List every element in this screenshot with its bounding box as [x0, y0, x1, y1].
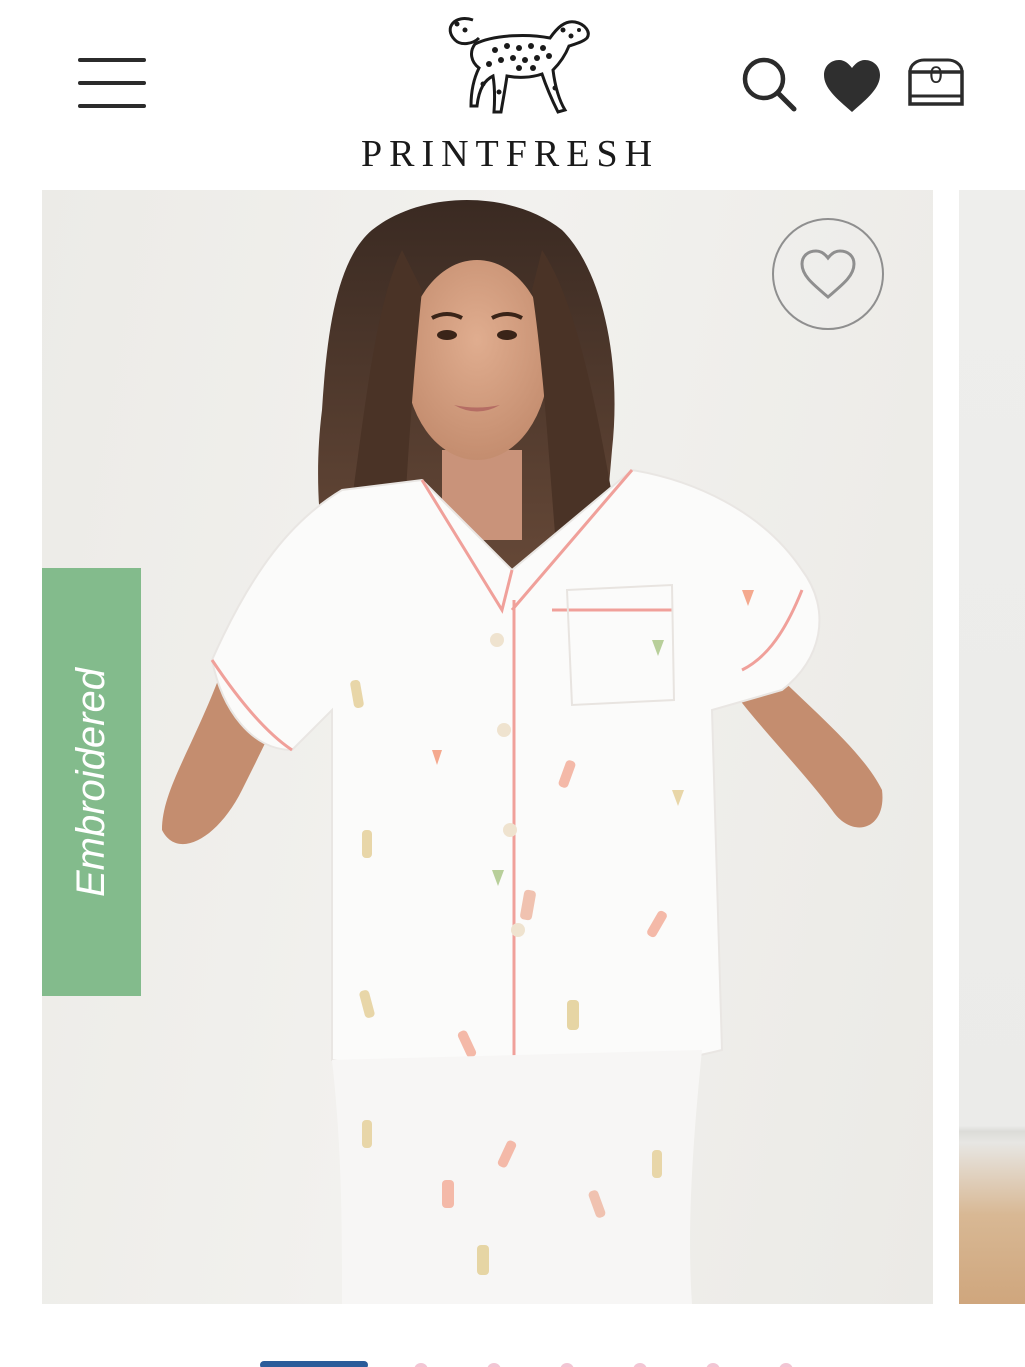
pagination-dot[interactable] [633, 1363, 647, 1367]
product-photo [162, 200, 883, 1304]
add-to-wishlist-button[interactable] [772, 218, 884, 330]
pagination-dot[interactable] [560, 1363, 574, 1367]
next-product-image-peek[interactable] [959, 190, 1025, 1304]
heart-filled-icon [824, 60, 880, 112]
carousel-pagination [0, 1355, 1025, 1367]
hamburger-icon-line [78, 104, 146, 108]
search-icon [742, 57, 797, 112]
site-header: PRINTFRESH 0 [0, 0, 1025, 190]
product-image-carousel[interactable] [0, 190, 1025, 1305]
embroidered-badge: Embroidered [42, 568, 141, 996]
cart-button[interactable]: 0 [906, 56, 966, 108]
product-page: PRINTFRESH 0 Embroidered [0, 0, 1025, 1367]
cheetah-logo-icon [448, 17, 590, 114]
heart-outline-icon [800, 249, 856, 299]
pagination-dot[interactable] [487, 1363, 501, 1367]
brand-logo[interactable]: PRINTFRESH [330, 0, 690, 175]
hamburger-icon-line [78, 58, 146, 62]
product-image[interactable] [42, 190, 933, 1304]
search-button[interactable] [740, 55, 798, 113]
favorites-button[interactable] [822, 58, 882, 114]
cart-count: 0 [929, 62, 943, 89]
pagination-dot[interactable] [414, 1363, 428, 1367]
menu-button[interactable] [78, 56, 146, 110]
pagination-dot-active[interactable] [260, 1361, 368, 1367]
pagination-dot[interactable] [779, 1363, 793, 1367]
hamburger-icon-line [78, 81, 146, 85]
badge-label: Embroidered [69, 667, 114, 897]
pagination-dot[interactable] [706, 1363, 720, 1367]
brand-name: PRINTFRESH [360, 133, 660, 175]
